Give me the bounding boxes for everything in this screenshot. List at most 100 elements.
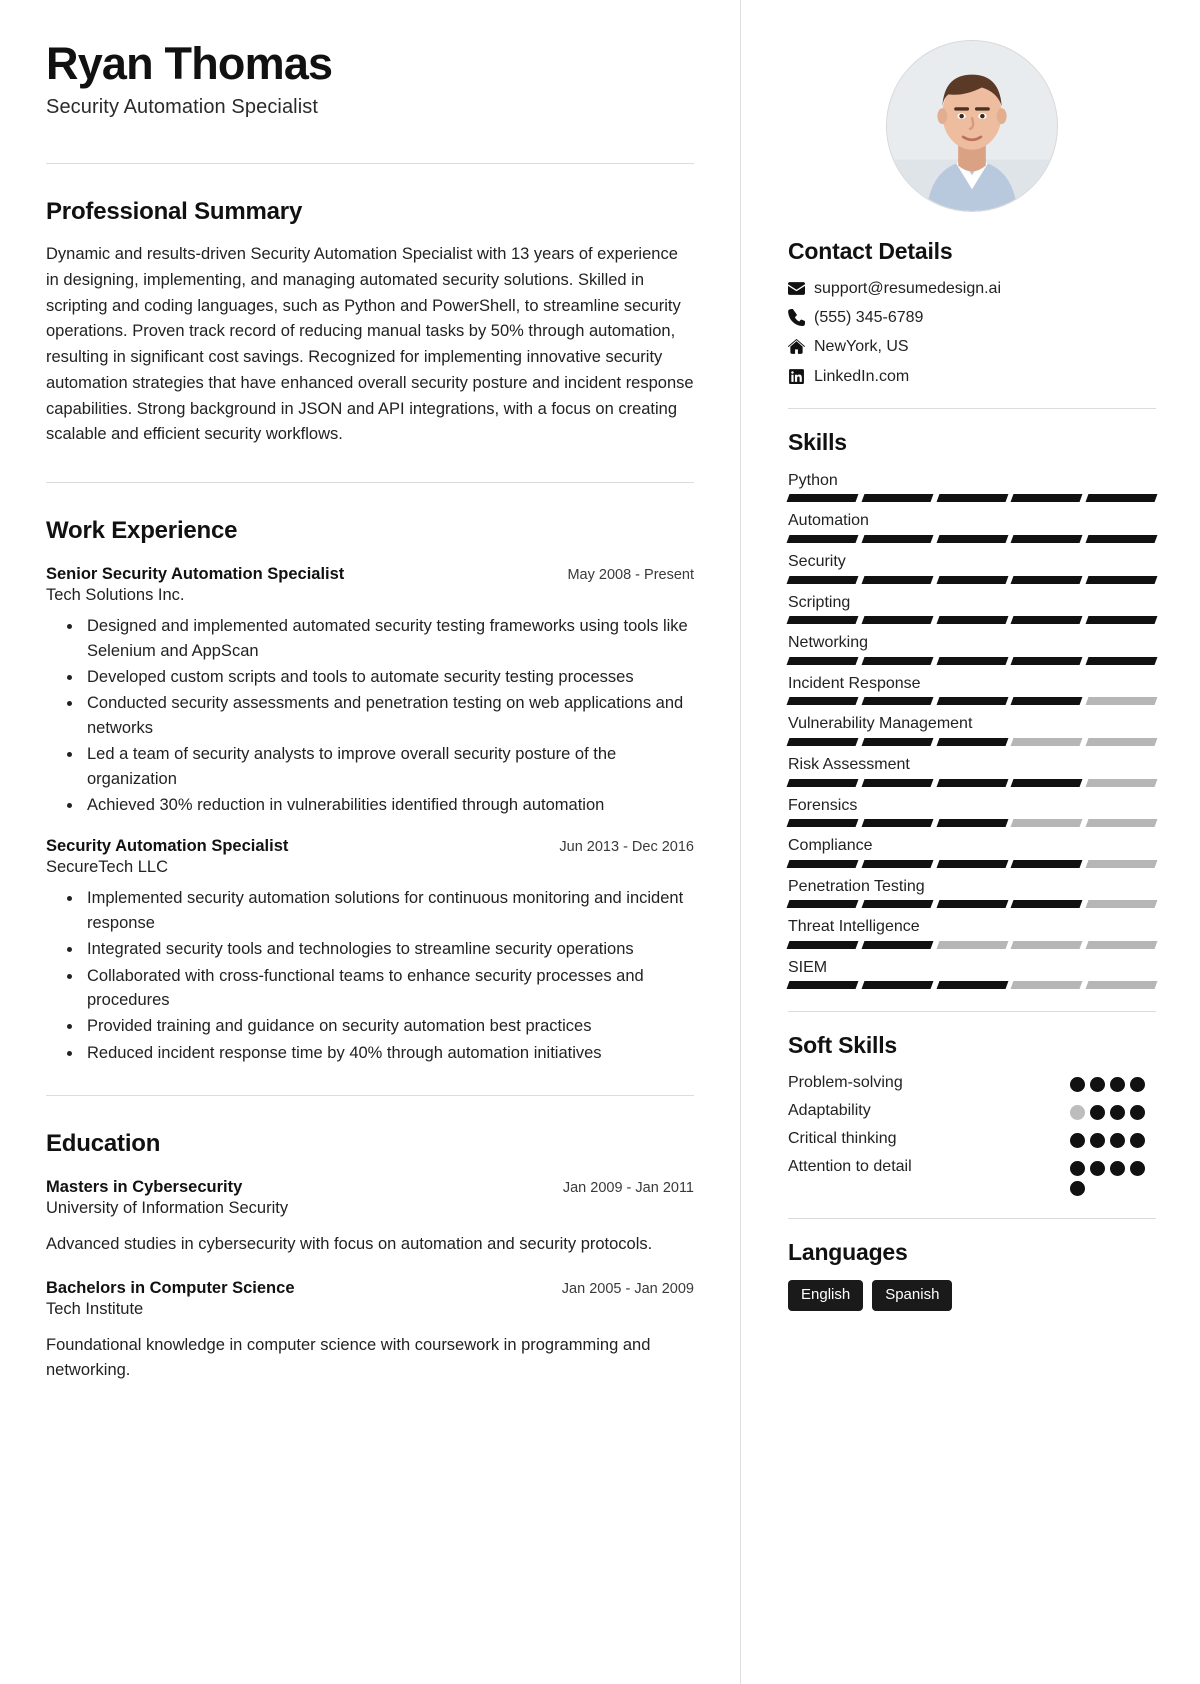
skill-level-segment [786,494,859,503]
skill-level-segment [1085,900,1158,909]
contact-email-value: support@resumedesign.ai [814,280,1002,297]
home-icon [788,338,814,355]
skill-level-segment [786,534,859,543]
rating-dot [1110,1133,1125,1149]
skill-level-segment [936,940,1008,949]
phone-icon [788,309,814,327]
rating-dot [1090,1160,1105,1176]
section-soft-skills: Soft Skills Problem-solving Adaptability C… [788,1032,1156,1196]
experience-bullet: Integrated security tools and technologi… [83,937,694,961]
skill-item: Penetration Testing [786,876,1158,909]
experience-bullet: Led a team of security analysts to impro… [83,742,694,791]
skill-label: Threat Intelligence [788,918,920,936]
education-heading: Education [46,1130,161,1158]
contact-heading: Contact Details [788,238,953,264]
skill-item: Automation [786,510,1158,543]
experience-bullet: Implemented security automation solution… [83,886,694,935]
skill-level-bar [786,616,1158,625]
section-work-experience: Work Experience Senior Security Automati… [46,517,694,1065]
skill-label: Forensics [788,796,858,814]
skill-level-segment [1085,819,1158,828]
skill-level-segment [936,697,1008,706]
skill-item: Risk Assessment [786,754,1158,787]
soft-skill-rating [1070,1129,1156,1149]
contact-item-linkedin[interactable]: LinkedIn.com [788,367,1156,386]
education-description: Foundational knowledge in computer scien… [46,1335,651,1379]
skill-level-segment [1010,981,1083,990]
skill-level-segment [1085,534,1158,543]
resume-page: Ryan Thomas Security Automation Speciali… [0,0,1200,1684]
experience-date: May 2008 - Present [567,567,694,584]
skill-item: Scripting [786,592,1158,625]
skill-level-segment [1010,859,1083,868]
main-column: Ryan Thomas Security Automation Speciali… [0,0,740,1684]
skill-level-segment [936,494,1008,503]
languages-list: English Spanish [788,1279,1156,1311]
skill-level-segment [1010,737,1083,746]
skill-level-bar [786,778,1158,787]
skill-level-segment [1010,900,1083,909]
experience-bullet: Achieved 30% reduction in vulnerabilitie… [83,793,694,817]
skill-label: Automation [788,512,869,530]
skill-level-segment [1085,859,1158,868]
skill-item: Incident Response [786,673,1158,706]
skills-heading: Skills [788,428,847,455]
skill-level-segment [936,534,1008,543]
contact-item-email[interactable]: support@resumedesign.ai [788,279,1156,298]
skill-level-segment [1085,981,1158,990]
skill-label: Penetration Testing [788,877,925,895]
skill-level-segment [786,778,859,787]
language-badge: Spanish [872,1279,953,1311]
experience-role: Security Automation Specialist [46,837,289,856]
skill-level-segment [936,656,1008,665]
skill-level-segment [1010,656,1083,665]
skill-level-segment [1085,940,1158,949]
language-badge: English [788,1279,864,1311]
skill-label: Security [788,552,846,570]
education-degree: Bachelors in Computer Science [46,1278,295,1297]
skill-level-segment [786,656,859,665]
experience-item-head: Security Automation Specialist Jun 2013 … [46,837,694,856]
skill-item: Networking [786,632,1158,665]
skill-level-segment [1010,697,1083,706]
skill-level-bar [786,940,1158,949]
skill-level-bar [786,737,1158,746]
skill-item: Python [786,470,1158,503]
summary-divider [46,482,694,484]
skill-level-bar [786,981,1158,990]
skill-level-segment [786,940,859,949]
languages-heading: Languages [788,1238,908,1265]
rating-dot [1130,1133,1145,1149]
avatar-wrapper [788,40,1156,212]
contact-item-phone[interactable]: (555) 345-6789 [788,308,1156,327]
soft-skills-divider [788,1217,1156,1219]
skill-level-segment [786,575,859,584]
soft-skill-label: Problem-solving [788,1074,903,1092]
soft-skill-rating [1070,1101,1156,1121]
experience-item-head: Senior Security Automation Specialist Ma… [46,565,694,584]
skill-label: Scripting [788,593,851,611]
education-description: Advanced studies in cybersecurity with f… [46,1235,653,1254]
skill-level-segment [1010,575,1083,584]
soft-skill-item: Problem-solving [788,1073,1156,1094]
skill-level-segment [861,940,934,949]
skill-item: Forensics [786,795,1158,828]
section-professional-summary: Professional Summary Dynamic and results… [46,198,694,448]
soft-skill-item: Attention to detail [788,1157,1156,1196]
skill-item: Compliance [786,835,1158,868]
contact-item-location: NewYork, US [788,337,1156,356]
skill-level-segment [861,737,934,746]
skill-level-bar [786,656,1158,665]
experience-bullet: Collaborated with cross-functional teams… [83,964,694,1013]
rating-dot [1070,1105,1085,1121]
experience-bullet: Conducted security assessments and penet… [83,691,694,740]
skill-level-bar [786,697,1158,706]
skill-level-segment [1010,494,1083,503]
skill-level-bar [786,819,1158,828]
experience-bullet: Reduced incident response time by 40% th… [83,1041,694,1065]
rating-dot [1110,1105,1125,1121]
experience-item: Senior Security Automation Specialist Ma… [46,565,694,817]
rating-dot [1070,1160,1085,1176]
skill-level-segment [1010,940,1083,949]
skill-level-segment [861,778,934,787]
